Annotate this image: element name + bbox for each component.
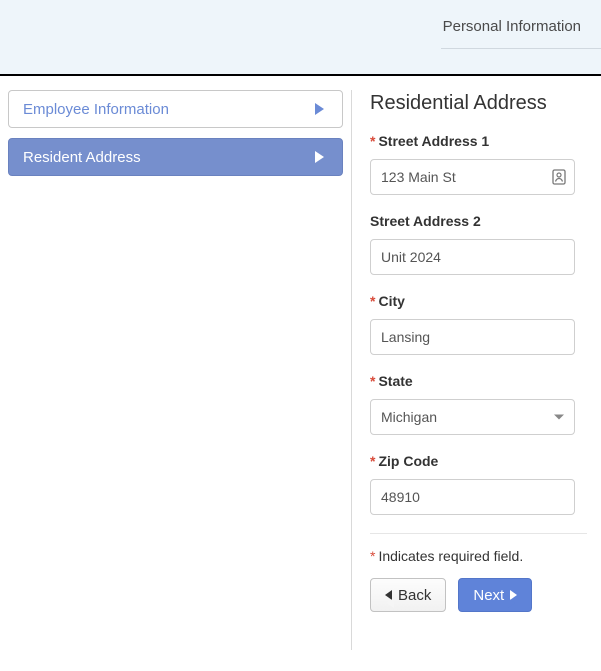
street2-label: Street Address 2 <box>370 213 587 229</box>
content-area: Residential Address *Street Address 1 12… <box>352 90 601 650</box>
divider <box>370 533 587 534</box>
chevron-right-icon <box>510 590 517 600</box>
state-select[interactable]: Michigan <box>370 399 575 435</box>
page-title: Residential Address <box>370 92 587 115</box>
zip-label: *Zip Code <box>370 453 587 469</box>
sidebar-item-employee-information[interactable]: Employee Information <box>8 90 343 128</box>
street2-input[interactable]: Unit 2024 <box>370 239 575 275</box>
sidebar-item-label: Resident Address <box>23 149 141 166</box>
action-bar: Back Next <box>370 578 587 612</box>
zip-value: 48910 <box>381 489 420 505</box>
back-button[interactable]: Back <box>370 578 446 612</box>
state-label: *State <box>370 373 587 389</box>
required-asterisk: * <box>370 133 375 149</box>
back-label: Back <box>398 587 431 604</box>
chevron-right-icon <box>315 103 324 115</box>
breadcrumb: Personal Information <box>443 18 581 35</box>
sidebar: Employee Information Resident Address <box>0 90 352 650</box>
required-asterisk: * <box>370 453 375 469</box>
field-zip: *Zip Code 48910 <box>370 453 587 515</box>
breadcrumb-underline <box>441 48 601 49</box>
top-bar: Personal Information <box>0 0 601 76</box>
required-note: *Indicates required field. <box>370 548 587 564</box>
required-asterisk: * <box>370 373 375 389</box>
field-state: *State Michigan <box>370 373 587 435</box>
city-label: *City <box>370 293 587 309</box>
sidebar-item-resident-address[interactable]: Resident Address <box>8 138 343 176</box>
field-street2: Street Address 2 Unit 2024 <box>370 213 587 275</box>
chevron-down-icon <box>554 415 564 420</box>
required-asterisk: * <box>370 548 375 564</box>
field-street1: *Street Address 1 123 Main St <box>370 133 587 195</box>
street1-value: 123 Main St <box>381 169 456 185</box>
zip-input[interactable]: 48910 <box>370 479 575 515</box>
required-asterisk: * <box>370 293 375 309</box>
city-value: Lansing <box>381 329 430 345</box>
chevron-left-icon <box>385 590 392 600</box>
state-value: Michigan <box>381 409 437 425</box>
street2-value: Unit 2024 <box>381 249 441 265</box>
autofill-contact-icon <box>552 169 566 185</box>
street1-input[interactable]: 123 Main St <box>370 159 575 195</box>
sidebar-item-label: Employee Information <box>23 101 169 118</box>
field-city: *City Lansing <box>370 293 587 355</box>
street1-label: *Street Address 1 <box>370 133 587 149</box>
next-label: Next <box>473 587 504 604</box>
next-button[interactable]: Next <box>458 578 532 612</box>
chevron-right-icon <box>315 151 324 163</box>
city-input[interactable]: Lansing <box>370 319 575 355</box>
